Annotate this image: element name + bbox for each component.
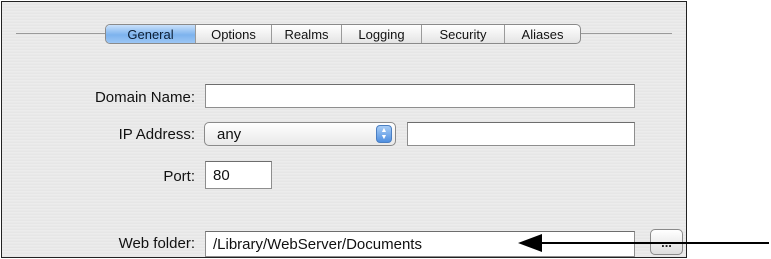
ip-address-field[interactable] [407,122,635,146]
tab-logging[interactable]: Logging [341,25,421,43]
ip-address-selected-value: any [217,125,242,143]
web-folder-field[interactable]: /Library/WebServer/Documents [205,231,635,257]
tab-realms[interactable]: Realms [271,25,341,43]
settings-panel: General Options Realms Logging Security … [1,1,687,258]
arrow-head-icon [518,234,542,252]
up-down-chevrons-icon: ▲ ▼ [376,125,392,143]
ip-address-popup[interactable]: any ▲ ▼ [204,122,396,146]
tab-aliases[interactable]: Aliases [504,25,580,43]
ip-address-label: IP Address: [118,126,195,143]
web-folder-label: Web folder: [118,235,195,252]
tab-general[interactable]: General [106,25,195,43]
domain-name-field[interactable] [205,84,635,108]
tab-security[interactable]: Security [421,25,504,43]
tab-bar: General Options Realms Logging Security … [105,24,581,44]
port-field[interactable]: 80 [205,161,272,189]
tab-options[interactable]: Options [195,25,271,43]
left-arrow-icon [540,242,769,244]
port-label: Port: [163,168,195,185]
domain-name-label: Domain Name: [94,89,195,106]
